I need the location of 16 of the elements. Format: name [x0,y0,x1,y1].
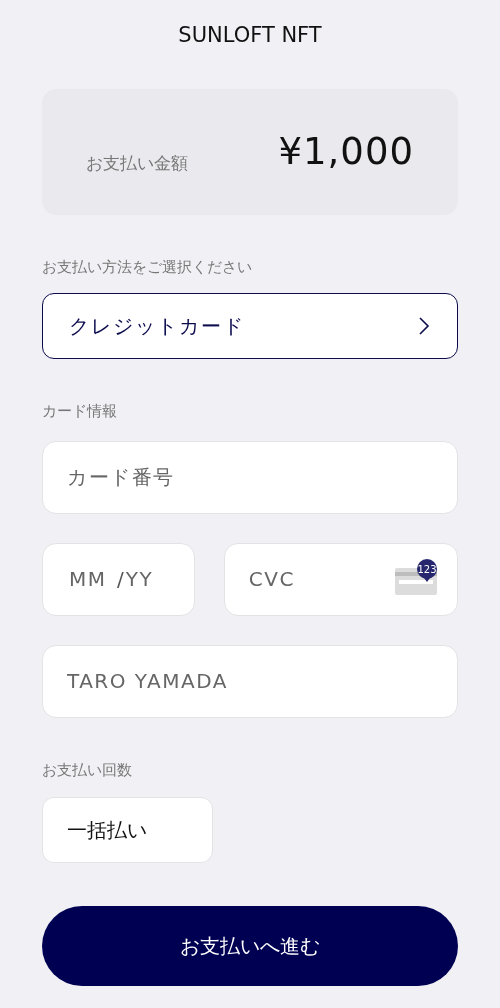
month-input[interactable]: MM [67,563,117,595]
amount-label: お支払い金額 [86,152,188,176]
cardholder-name-field[interactable]: TARO YAMADA [42,644,458,718]
card-number-field[interactable]: カード番号 [42,440,458,514]
date-separator: / [117,566,124,593]
section-label: お支払い方法をご選択ください [42,259,252,275]
payment-method-button[interactable]: クレジットカード [42,292,458,359]
amount-value: ¥1,000 [278,129,414,176]
year-input[interactable]: YY [123,563,164,595]
proceed-to-payment-button[interactable]: お支払いへ進む [42,906,458,987]
section-label: お支払い回数 [42,761,132,778]
app-title: SUNLOFT NFT [178,23,322,47]
expiry-field[interactable]: MM /YY [42,542,195,616]
section-label: カード情報 [42,402,117,419]
installments-select[interactable]: 一括払い [42,797,213,864]
chevron-right-icon [417,315,431,336]
